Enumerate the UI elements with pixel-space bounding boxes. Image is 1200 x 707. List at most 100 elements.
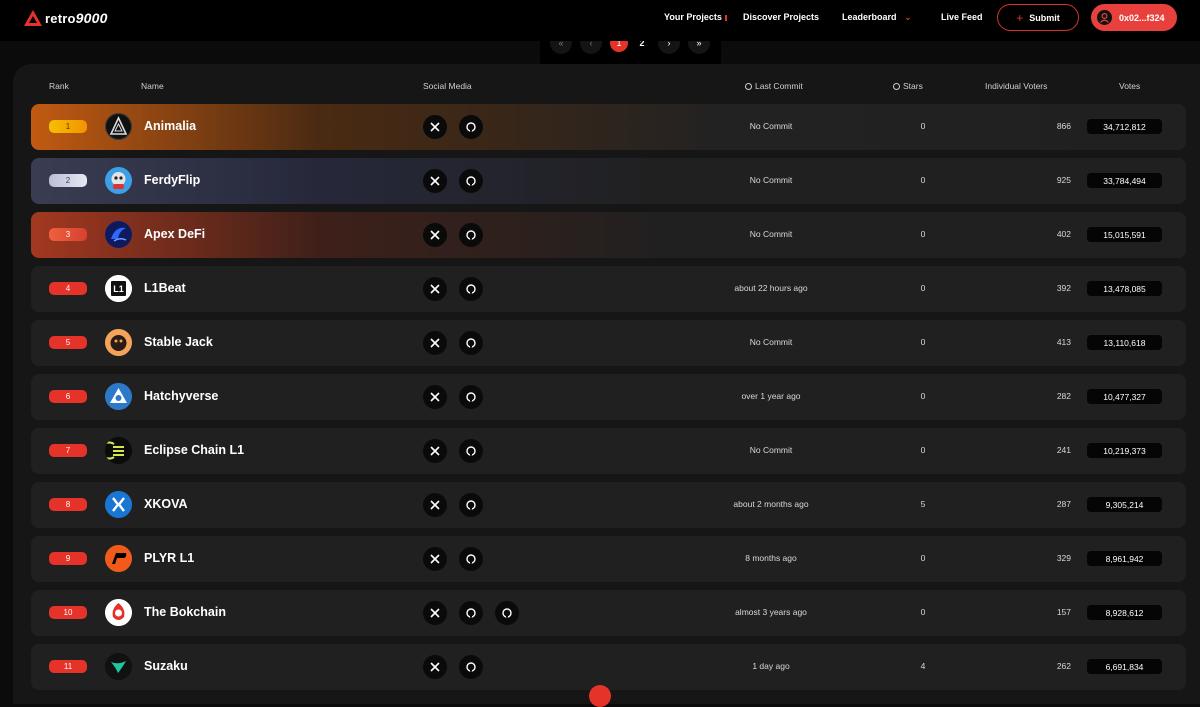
header-individual-voters[interactable]: Individual Voters <box>985 81 1047 91</box>
last-commit: No Commit <box>749 445 793 455</box>
last-commit: almost 3 years ago <box>735 607 807 617</box>
votes-count: 15,015,591 <box>1087 227 1162 242</box>
individual-voters-count: 329 <box>1056 553 1071 563</box>
table-row[interactable]: 1 Animalia No Commit 0 866 34,712,812 <box>31 104 1186 150</box>
project-avatar <box>105 383 132 410</box>
rank-badge: 1 <box>49 120 87 133</box>
top-nav: retro9000 Your Projects Discover Project… <box>0 0 1200 41</box>
stars-count: 0 <box>920 121 926 131</box>
x-icon[interactable] <box>423 655 447 679</box>
notification-dot <box>724 14 727 21</box>
individual-voters-count: 866 <box>1056 121 1071 131</box>
stars-count: 5 <box>920 499 926 509</box>
project-avatar <box>105 653 132 680</box>
x-icon[interactable] <box>423 331 447 355</box>
last-commit: No Commit <box>749 337 793 347</box>
last-commit: 1 day ago <box>752 661 790 671</box>
github-icon[interactable] <box>459 547 483 571</box>
github-icon[interactable] <box>495 601 519 625</box>
project-name[interactable]: Suzaku <box>144 659 188 673</box>
header-last-commit[interactable]: Last Commit <box>745 81 803 91</box>
x-icon[interactable] <box>423 547 447 571</box>
github-icon[interactable] <box>459 601 483 625</box>
x-icon[interactable] <box>423 493 447 517</box>
project-avatar <box>105 545 132 572</box>
project-name[interactable]: FerdyFlip <box>144 173 200 187</box>
header-votes[interactable]: Votes <box>1119 81 1140 91</box>
project-name[interactable]: The Bokchain <box>144 605 226 619</box>
table-row[interactable]: 3 Apex DeFi No Commit 0 402 15,015,591 <box>31 212 1186 258</box>
header-name[interactable]: Name <box>141 81 164 91</box>
last-commit: over 1 year ago <box>741 391 801 401</box>
github-icon[interactable] <box>459 277 483 301</box>
x-icon[interactable] <box>423 277 447 301</box>
table-row[interactable]: 9 PLYR L1 8 months ago 0 329 8,961,942 <box>31 536 1186 582</box>
logo[interactable]: retro9000 <box>24 10 108 26</box>
nav-leaderboard[interactable]: Leaderboard ⌄ <box>842 12 911 22</box>
submit-button[interactable]: + Submit <box>997 4 1079 31</box>
github-icon[interactable] <box>459 331 483 355</box>
nav-your-projects[interactable]: Your Projects <box>664 12 727 22</box>
last-commit: about 22 hours ago <box>734 283 808 293</box>
project-name[interactable]: Hatchyverse <box>144 389 218 403</box>
table-row[interactable]: 4 L1 L1Beat about 22 hours ago 0 392 13,478,08… <box>31 266 1186 312</box>
votes-count: 10,477,327 <box>1087 389 1162 404</box>
github-icon[interactable] <box>459 493 483 517</box>
project-name[interactable]: Apex DeFi <box>144 227 205 241</box>
rank-badge: 5 <box>49 336 87 349</box>
individual-voters-count: 157 <box>1056 607 1071 617</box>
table-row[interactable]: 6 Hatchyverse over 1 year ago 0 282 10,477,32… <box>31 374 1186 420</box>
last-commit: No Commit <box>749 175 793 185</box>
github-icon[interactable] <box>459 385 483 409</box>
svg-text:L1: L1 <box>113 284 124 294</box>
individual-voters-count: 925 <box>1056 175 1071 185</box>
stars-count: 0 <box>920 337 926 347</box>
header-rank[interactable]: Rank <box>49 81 69 91</box>
last-commit: 8 months ago <box>745 553 797 563</box>
github-icon[interactable] <box>459 169 483 193</box>
project-name[interactable]: Stable Jack <box>144 335 213 349</box>
logo-icon <box>24 10 42 26</box>
project-name[interactable]: Animalia <box>144 119 196 133</box>
nav-discover-projects[interactable]: Discover Projects <box>743 12 819 22</box>
wallet-button[interactable]: 0x02...f324 <box>1091 4 1177 31</box>
project-name[interactable]: Eclipse Chain L1 <box>144 443 244 457</box>
rank-badge: 4 <box>49 282 87 295</box>
table-row[interactable]: 8 XKOVA about 2 months ago 5 287 9,305,214 <box>31 482 1186 528</box>
stars-count: 0 <box>920 607 926 617</box>
github-icon[interactable] <box>459 439 483 463</box>
x-icon[interactable] <box>423 601 447 625</box>
nav-live-feed[interactable]: Live Feed <box>941 12 983 22</box>
x-icon[interactable] <box>423 385 447 409</box>
table-row[interactable]: 5 Stable Jack No Commit 0 413 13,110,618 <box>31 320 1186 366</box>
x-icon[interactable] <box>423 223 447 247</box>
github-icon[interactable] <box>459 115 483 139</box>
rank-badge: 8 <box>49 498 87 511</box>
votes-count: 13,478,085 <box>1087 281 1162 296</box>
project-avatar <box>105 599 132 626</box>
project-name[interactable]: L1Beat <box>144 281 186 295</box>
github-icon[interactable] <box>459 223 483 247</box>
x-icon[interactable] <box>423 115 447 139</box>
x-icon[interactable] <box>423 169 447 193</box>
github-icon <box>893 83 900 90</box>
table-row[interactable]: 10 The Bokchain almost 3 years ago 0 157 8,92… <box>31 590 1186 636</box>
github-icon[interactable] <box>459 655 483 679</box>
project-avatar <box>105 221 132 248</box>
individual-voters-count: 262 <box>1056 661 1071 671</box>
project-name[interactable]: PLYR L1 <box>144 551 194 565</box>
header-stars[interactable]: Stars <box>893 81 923 91</box>
table-row[interactable]: 11 Suzaku 1 day ago 4 262 6,691,834 <box>31 644 1186 690</box>
project-avatar <box>105 437 132 464</box>
table-row[interactable]: 7 Eclipse Chain L1 No Commit 0 241 10,219,373 <box>31 428 1186 474</box>
votes-count: 6,691,834 <box>1087 659 1162 674</box>
stars-count: 0 <box>920 445 926 455</box>
rank-badge: 2 <box>49 174 87 187</box>
submit-label: Submit <box>1029 12 1060 23</box>
rank-badge: 6 <box>49 390 87 403</box>
scroll-to-top-button[interactable] <box>589 685 611 707</box>
stars-count: 0 <box>920 283 926 293</box>
project-name[interactable]: XKOVA <box>144 497 188 511</box>
table-row[interactable]: 2 FerdyFlip No Commit 0 925 33,784,494 <box>31 158 1186 204</box>
x-icon[interactable] <box>423 439 447 463</box>
